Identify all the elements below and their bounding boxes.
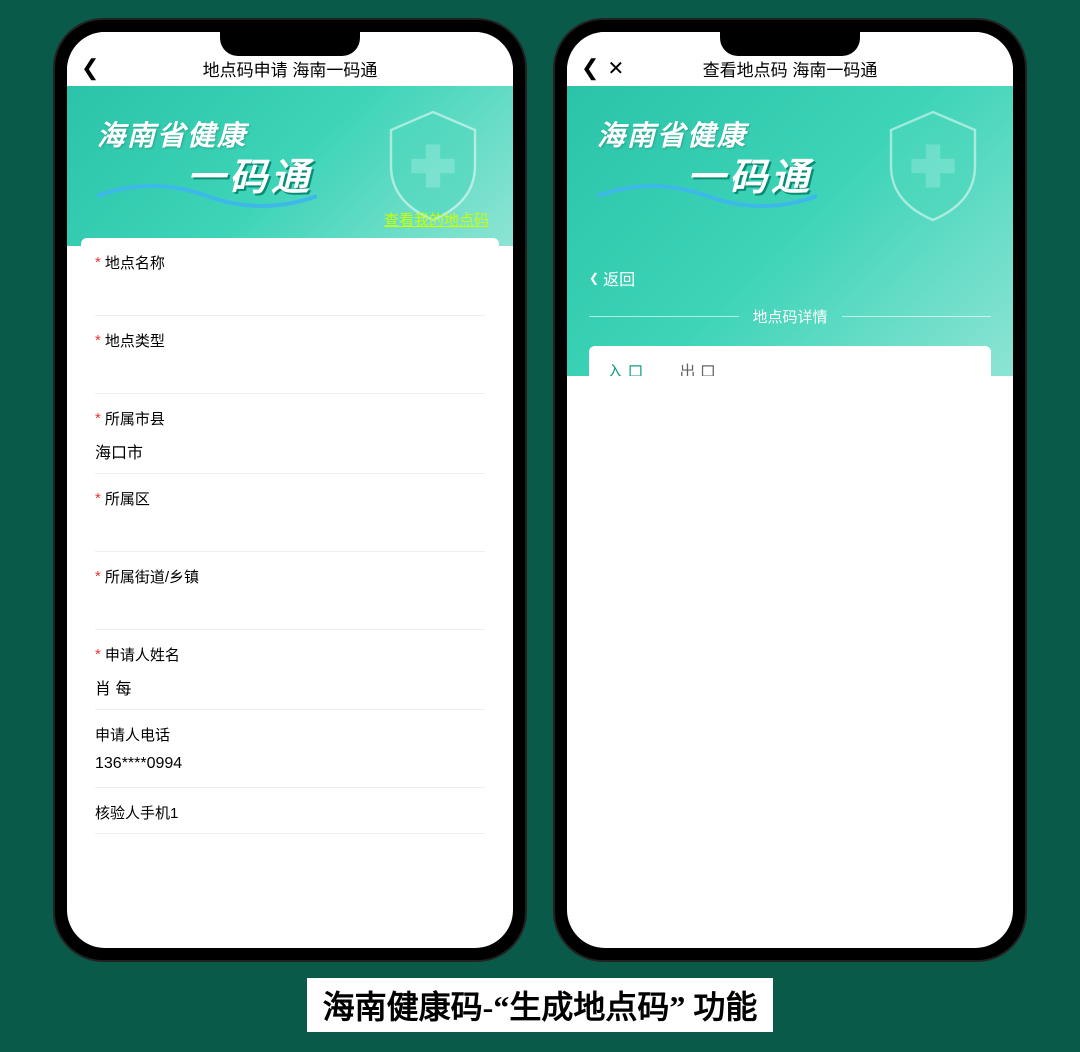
divider [842, 316, 992, 317]
phone-right: ❮ ✕ 查看地点码 海南一码通 海南省健康 一码通 ❮ 返回 地点码详情 入 口… [555, 20, 1025, 960]
field-value [95, 597, 485, 619]
page-title: 地点码申请 海南一码通 [67, 56, 513, 81]
field-label: *所属街道/乡镇 [95, 566, 485, 587]
notch [720, 32, 860, 56]
close-icon[interactable]: ✕ [607, 56, 624, 81]
wave-icon [597, 181, 817, 211]
form-field[interactable]: *申请人姓名肖 每 [95, 630, 485, 710]
form-field[interactable]: 核验人手机1 [95, 788, 485, 834]
field-label-text: 申请人姓名 [105, 644, 180, 665]
required-marker: * [95, 646, 101, 663]
qr-card: 入 口出 口 地点名: 数 有 市/区: 海口 美兰区 街 [589, 346, 991, 376]
required-marker: * [95, 410, 101, 427]
notch [220, 32, 360, 56]
required-marker: * [95, 254, 101, 271]
field-label-text: 地点名称 [105, 252, 165, 273]
form-field[interactable]: *所属街道/乡镇 [95, 552, 485, 630]
phones-row: ❮ 地点码申请 海南一码通 海南省健康 一码通 查看我的地点码 *地点名称*地点… [55, 20, 1025, 960]
field-value [95, 519, 485, 541]
required-marker: * [95, 332, 101, 349]
form-field[interactable]: *所属市县海口市 [95, 394, 485, 474]
field-label-text: 地点类型 [105, 330, 165, 351]
field-value: 136****0994 [95, 755, 485, 777]
phone-left: ❮ 地点码申请 海南一码通 海南省健康 一码通 查看我的地点码 *地点名称*地点… [55, 20, 525, 960]
screen-left: ❮ 地点码申请 海南一码通 海南省健康 一码通 查看我的地点码 *地点名称*地点… [67, 32, 513, 948]
shield-icon [873, 106, 993, 226]
detail-header: 地点码详情 [567, 306, 1013, 327]
field-label: *地点类型 [95, 330, 485, 351]
form-field[interactable]: *所属区 [95, 474, 485, 552]
detail-header-text: 地点码详情 [739, 306, 842, 327]
shield-icon [373, 106, 493, 226]
page-title: 查看地点码 海南一码通 [567, 56, 1013, 81]
field-value [95, 283, 485, 305]
wave-icon [97, 181, 317, 211]
field-value: 海口市 [95, 439, 485, 463]
view-my-codes-link[interactable]: 查看我的地点码 [384, 209, 489, 230]
banner-right: 海南省健康 一码通 ❮ 返回 地点码详情 入 口出 口 [567, 86, 1013, 376]
field-label-text: 申请人电话 [95, 724, 170, 745]
field-label-text: 所属市县 [105, 408, 165, 429]
field-label: *地点名称 [95, 252, 485, 273]
back-button[interactable]: ❮ 返回 [589, 266, 635, 290]
tab-entry[interactable]: 入 口 [589, 346, 661, 376]
field-label-text: 所属街道/乡镇 [105, 566, 199, 587]
application-form: *地点名称*地点类型*所属市县海口市*所属区*所属街道/乡镇*申请人姓名肖 每申… [81, 238, 499, 834]
banner-left: 海南省健康 一码通 查看我的地点码 [67, 86, 513, 246]
back-label: 返回 [603, 266, 635, 290]
form-field[interactable]: *地点名称 [95, 238, 485, 316]
back-icon[interactable]: ❮ [81, 55, 99, 81]
field-label: 核验人手机1 [95, 802, 485, 823]
chevron-left-icon: ❮ [589, 271, 599, 285]
form-field[interactable]: *地点类型 [95, 316, 485, 394]
back-icon[interactable]: ❮ [581, 55, 599, 81]
field-value [95, 361, 485, 383]
tabs: 入 口出 口 [589, 346, 991, 376]
field-label: *所属区 [95, 488, 485, 509]
field-label: *申请人姓名 [95, 644, 485, 665]
field-value: 肖 每 [95, 675, 485, 699]
field-label: *所属市县 [95, 408, 485, 429]
form-field[interactable]: 申请人电话 136****0994 [95, 710, 485, 788]
screen-right: ❮ ✕ 查看地点码 海南一码通 海南省健康 一码通 ❮ 返回 地点码详情 入 口… [567, 32, 1013, 948]
field-label: 申请人电话 [95, 724, 485, 745]
divider [589, 316, 739, 317]
figure-caption: 海南健康码-“生成地点码” 功能 [307, 978, 774, 1032]
tab-exit[interactable]: 出 口 [661, 346, 733, 376]
required-marker: * [95, 490, 101, 507]
field-label-text: 核验人手机1 [95, 802, 178, 823]
field-label-text: 所属区 [105, 488, 150, 509]
required-marker: * [95, 568, 101, 585]
